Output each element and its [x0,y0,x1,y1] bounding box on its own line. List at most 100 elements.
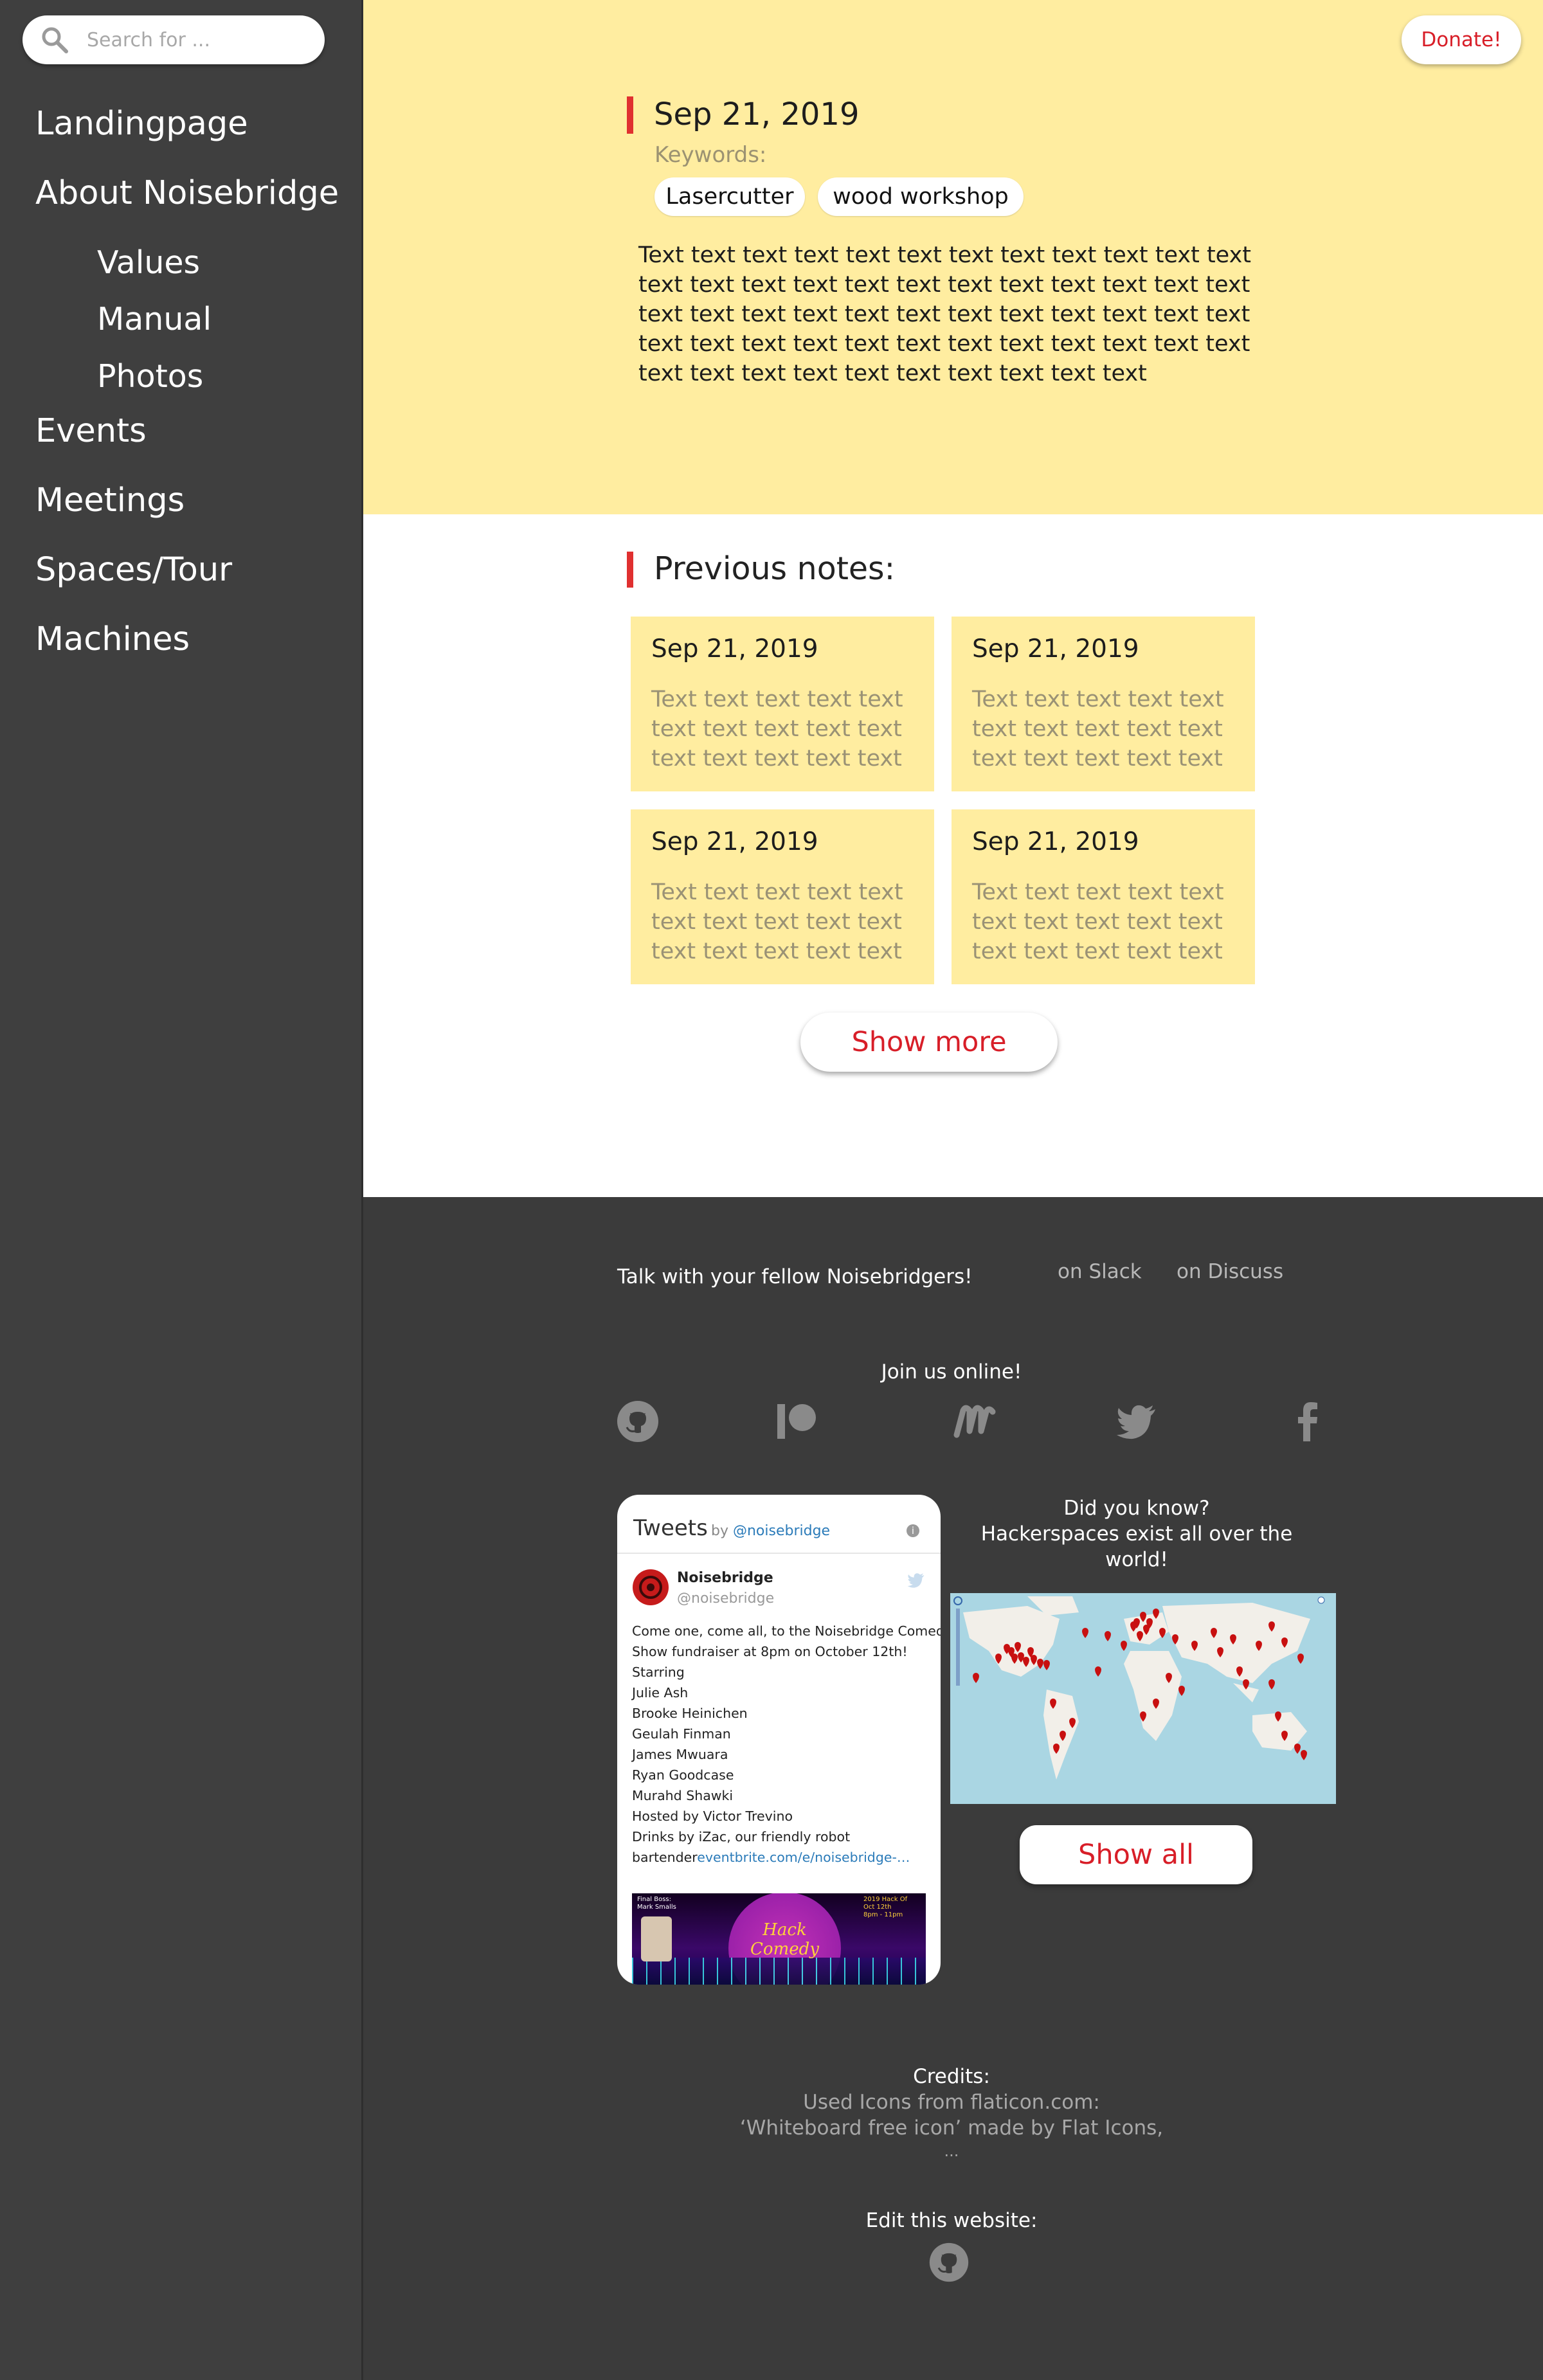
note-date: Sep 21, 2019 [654,96,860,132]
tweet-line: Geulah Finman [632,1726,731,1742]
tweet-line: Julie Ash [632,1685,689,1700]
talk-label: Talk with your fellow Noisebridgers! [617,1265,973,1288]
accent-bar [627,552,633,588]
tweet-line: Starring [632,1664,685,1680]
tweet-line: Ryan Goodcase [632,1767,734,1783]
note-card-date: Sep 21, 2019 [651,827,818,856]
sidebar-item-spaces-tour[interactable]: Spaces/Tour [35,551,232,589]
tweet-line-prefix: bartender [632,1850,698,1865]
note-card-date: Sep 21, 2019 [972,635,1139,663]
tweet-author-handle[interactable]: @noisebridge [677,1591,774,1607]
tweet-line: Show fundraiser at 8pm on October 12th! [632,1644,908,1659]
tweet-image-caption-right: 2019 Hack Of Oct 12th 8pm - 11pm [863,1896,908,1918]
credits-line: ... [944,2142,959,2160]
credits-line: ‘Whiteboard free icon’ made by Flat Icon… [739,2116,1164,2140]
edit-website-label: Edit this website: [865,2209,1038,2232]
map-pin-icon [973,1673,979,1683]
tweet-line: Hosted by Victor Trevino [632,1808,793,1824]
show-more-button[interactable]: Show more [800,1013,1058,1072]
tweet-author-name[interactable]: Noisebridge [677,1570,773,1586]
tweets-by-label: by [711,1523,728,1539]
tweet-line: James Mwuara [632,1747,728,1762]
github-icon[interactable] [615,1399,660,1444]
tweet-line: bartendereventbrite.com/e/noisebridge-… [632,1847,928,1868]
patreon-icon[interactable] [775,1399,820,1444]
twitter-icon[interactable] [1114,1399,1159,1444]
tweet-eventbrite-link[interactable]: eventbrite.com/e/noisebridge-… [697,1850,910,1865]
search-box[interactable] [23,15,325,64]
accent-bar [627,96,633,134]
donate-button[interactable]: Donate! [1402,15,1521,64]
tweets-header: Tweets by @noisebridge i [617,1495,941,1554]
did-you-know-line: Hackerspaces exist all over the [980,1522,1293,1546]
keyword-tag-wood-workshop[interactable]: wood workshop [818,177,1024,216]
github-icon[interactable] [928,2241,970,2284]
map-pin-icon [1178,1686,1185,1696]
show-all-button[interactable]: Show all [1020,1825,1252,1884]
note-body: Text text text text text text text text … [638,242,1252,386]
tweet-text: Come one, come all, to the Noisebridge C… [632,1621,941,1868]
tweet-line: Brooke Heinichen [632,1706,748,1721]
sidebar-item-landingpage[interactable]: Landingpage [35,105,248,143]
hackerspaces-world-map[interactable] [950,1593,1336,1804]
noisebridge-logo-icon [639,1576,662,1599]
note-card-text: Text text text text text text text text … [972,687,1224,771]
discuss-link[interactable]: on Discuss [1177,1260,1283,1283]
twitter-bird-icon[interactable] [907,1571,926,1590]
search-icon [42,27,68,53]
did-you-know-title: Did you know? [1063,1497,1210,1520]
credits-title: Credits: [913,2065,990,2088]
map-pin-icon [1121,1641,1127,1651]
sidebar-item-photos[interactable]: Photos [97,358,203,395]
facebook-icon[interactable] [1286,1399,1331,1444]
tweet-line: Murahd Shawki [632,1788,734,1803]
tweet-image-photo [641,1916,672,1961]
note-card-text: Text text text text text text text text … [972,879,1224,964]
note-card-date: Sep 21, 2019 [972,827,1139,856]
tweet-line: Come one, come all, to the Noisebridge C… [632,1623,941,1639]
keywords-label: Keywords: [654,142,767,168]
map-pin-icon [1082,1628,1088,1638]
meetup-icon[interactable] [952,1399,997,1444]
note-card-text: Text text text text text text text text … [651,879,903,964]
tweets-title: Tweets [633,1515,708,1541]
map-pin-icon [1268,1679,1275,1690]
map-pin-icon [1037,1659,1043,1669]
note-card[interactable]: Sep 21, 2019 Text text text text text te… [631,617,934,791]
map-pin-icon [1294,1744,1301,1754]
sidebar-item-events[interactable]: Events [35,412,147,450]
join-online-label: Join us online! [881,1360,1022,1384]
map-pin-icon [1105,1631,1111,1641]
map-pin-icon [1301,1750,1307,1760]
sidebar-item-meetings[interactable]: Meetings [35,482,185,519]
previous-notes-title: Previous notes: [654,550,896,587]
note-card[interactable]: Sep 21, 2019 Text text text text text te… [952,617,1255,791]
sidebar-item-about-noisebridge[interactable]: About Noisebridge [35,174,339,212]
tweet-line: Drinks by iZac, our friendly robot [632,1829,851,1844]
map-pin-icon [1095,1666,1101,1677]
tweets-handle-link[interactable]: @noisebridge [733,1523,830,1539]
tweet-image[interactable]: Hack Comedy Final Boss: Mark Smalls 2019… [632,1893,926,1985]
sidebar-item-values[interactable]: Values [97,244,200,281]
tweet-image-title: Hack Comedy [750,1920,819,1959]
map-pin-icon [1297,1654,1304,1664]
search-input[interactable] [87,24,312,55]
world-map-graphic [953,1596,1325,1780]
slack-link[interactable]: on Slack [1058,1260,1142,1283]
map-pin-icon [1043,1660,1050,1670]
note-card[interactable]: Sep 21, 2019 Text text text text text te… [952,809,1255,984]
tweet-image-grid [632,1958,926,1985]
did-you-know-line: world! [1105,1548,1168,1571]
note-card[interactable]: Sep 21, 2019 Text text text text text te… [631,809,934,984]
sidebar-item-machines[interactable]: Machines [35,620,190,658]
tweet-image-caption-left: Final Boss: Mark Smalls [637,1896,676,1911]
note-card-text: Text text text text text text text text … [651,687,903,771]
sidebar: Landingpage About Noisebridge Values Man… [0,0,363,2380]
keyword-tag-lasercutter[interactable]: Lasercutter [654,177,805,216]
credits-line: Used Icons from flaticon.com: [803,2091,1100,2114]
sidebar-item-manual[interactable]: Manual [97,301,212,338]
twitter-timeline-widget[interactable]: Tweets by @noisebridge i Noisebridge @no… [617,1495,941,1985]
note-card-date: Sep 21, 2019 [651,635,818,663]
info-icon[interactable]: i [907,1524,919,1537]
avatar[interactable] [633,1569,669,1605]
